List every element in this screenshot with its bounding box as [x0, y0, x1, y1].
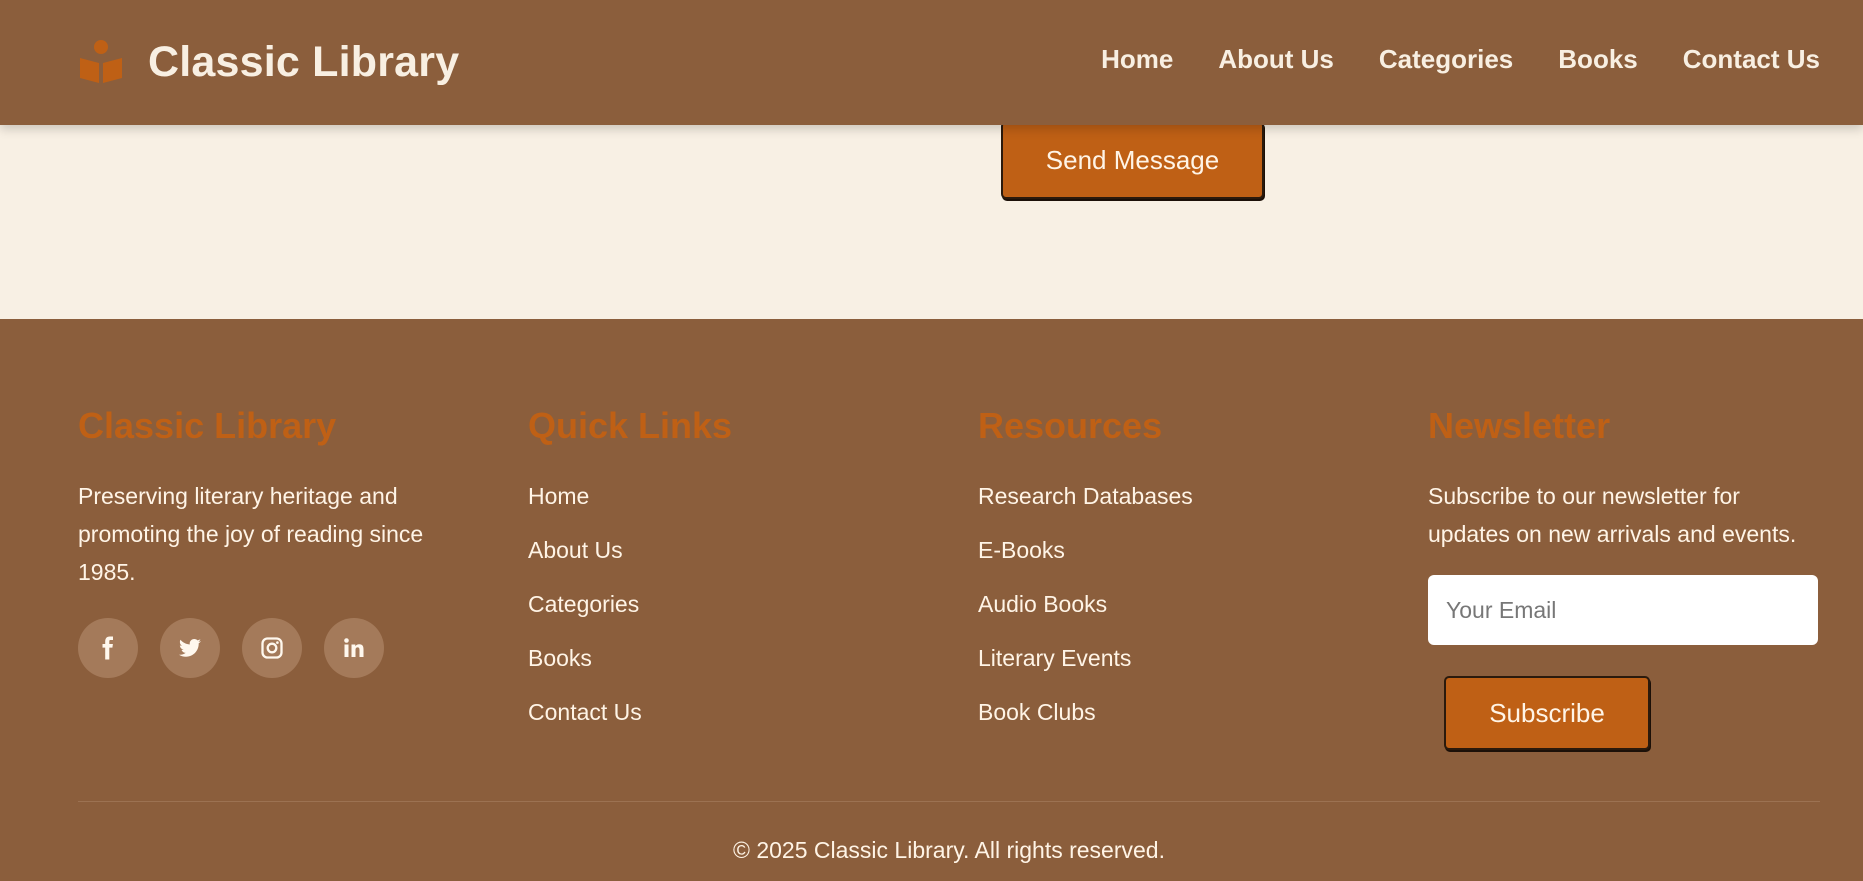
footer-link-home[interactable]: Home	[528, 483, 589, 509]
nav-about-us[interactable]: About Us	[1218, 44, 1334, 75]
list-item: Contact Us	[528, 693, 928, 747]
footer-link-books[interactable]: Books	[528, 645, 592, 671]
footer-link-categories[interactable]: Categories	[528, 591, 639, 617]
list-item: Literary Events	[978, 639, 1378, 693]
footer-quick-links-column: Quick Links Home About Us Categories Boo…	[528, 400, 928, 747]
newsletter-email-input[interactable]	[1428, 575, 1818, 645]
list-item: About Us	[528, 531, 928, 585]
footer-quick-links-title: Quick Links	[528, 405, 733, 446]
nav-categories[interactable]: Categories	[1379, 44, 1513, 75]
footer-link-contact-us[interactable]: Contact Us	[528, 699, 642, 725]
send-message-button[interactable]: Send Message	[1001, 121, 1264, 199]
instagram-icon	[261, 637, 283, 659]
footer-newsletter-text: Subscribe to our newsletter for updates …	[1428, 483, 1797, 547]
list-item: Audio Books	[978, 585, 1378, 639]
footer-resources-title: Resources	[978, 405, 1163, 446]
book-reader-icon	[80, 40, 122, 83]
footer-link-audio-books[interactable]: Audio Books	[978, 591, 1107, 617]
main-nav: Home About Us Categories Books Contact U…	[1101, 44, 1820, 75]
twitter-icon	[179, 639, 201, 657]
linkedin-icon	[344, 638, 364, 657]
list-item: Research Databases	[978, 477, 1378, 531]
resources-list: Research Databases E-Books Audio Books L…	[978, 477, 1378, 747]
list-item: E-Books	[978, 531, 1378, 585]
navbar: Classic Library Home About Us Categories…	[0, 0, 1863, 125]
nav-home[interactable]: Home	[1101, 44, 1173, 75]
linkedin-link[interactable]	[324, 618, 384, 678]
list-item: Home	[528, 477, 928, 531]
footer-newsletter-title: Newsletter	[1428, 405, 1611, 446]
instagram-link[interactable]	[242, 618, 302, 678]
footer-newsletter-column: Newsletter Subscribe to our newsletter f…	[1428, 400, 1828, 750]
footer-link-e-books[interactable]: E-Books	[978, 537, 1065, 563]
footer-link-about-us[interactable]: About Us	[528, 537, 623, 563]
twitter-link[interactable]	[160, 618, 220, 678]
footer: Classic Library Preserving literary heri…	[0, 319, 1863, 881]
social-links	[78, 618, 478, 678]
copyright-text: © 2025 Classic Library. All rights reser…	[733, 837, 1165, 863]
footer-resources-column: Resources Research Databases E-Books Aud…	[978, 400, 1378, 747]
footer-link-literary-events[interactable]: Literary Events	[978, 645, 1131, 671]
list-item: Books	[528, 639, 928, 693]
footer-about-column: Classic Library Preserving literary heri…	[78, 400, 478, 678]
footer-link-research-databases[interactable]: Research Databases	[978, 483, 1193, 509]
footer-about-text: Preserving literary heritage and promoti…	[78, 483, 424, 585]
footer-about-title: Classic Library	[78, 405, 337, 446]
brand-name: Classic Library	[148, 37, 460, 86]
footer-divider	[78, 801, 1820, 802]
list-item: Categories	[528, 585, 928, 639]
footer-link-book-clubs[interactable]: Book Clubs	[978, 699, 1096, 725]
facebook-link[interactable]	[78, 618, 138, 678]
facebook-icon	[102, 636, 113, 660]
nav-contact-us[interactable]: Contact Us	[1683, 44, 1820, 75]
subscribe-button[interactable]: Subscribe	[1444, 676, 1650, 750]
quick-links-list: Home About Us Categories Books Contact U…	[528, 477, 928, 747]
list-item: Book Clubs	[978, 693, 1378, 747]
brand-logo[interactable]: Classic Library	[78, 36, 459, 88]
nav-books[interactable]: Books	[1558, 44, 1637, 75]
